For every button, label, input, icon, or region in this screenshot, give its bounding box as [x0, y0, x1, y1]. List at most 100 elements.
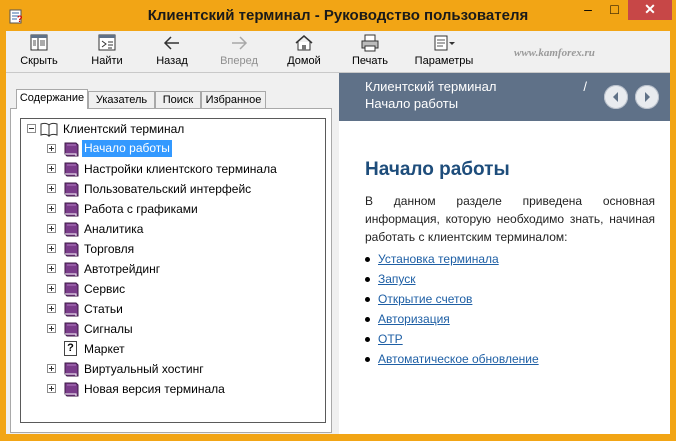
hide-pane-icon [30, 34, 48, 51]
topic-link-item: Установка терминала [365, 250, 655, 270]
book-icon [64, 142, 79, 157]
topic-link[interactable]: Автоматическое обновление [378, 352, 539, 366]
expand-toggle[interactable] [47, 144, 56, 153]
expand-toggle[interactable] [47, 304, 56, 313]
tree-item-label: Работа с графиками [84, 202, 198, 216]
contents-tree[interactable]: Клиентский терминал Начало работы Настрой… [20, 118, 326, 423]
back-arrow-icon [163, 36, 179, 50]
tree-item-label: Аналитика [84, 222, 144, 236]
tab-index[interactable]: Указатель [88, 91, 155, 108]
options-icon [434, 35, 455, 51]
expand-toggle[interactable] [47, 264, 56, 273]
topic-link-item: OTP [365, 330, 655, 350]
topic-link[interactable]: Авторизация [378, 312, 450, 326]
tree-item-label: Виртуальный хостинг [84, 362, 204, 376]
tab-favorites-label: Избранное [205, 94, 262, 106]
minimize-button[interactable]: – [575, 0, 601, 20]
tab-index-label: Указатель [95, 94, 148, 106]
home-label: Домой [287, 55, 321, 67]
back-label: Назад [156, 55, 188, 67]
print-button[interactable]: Печать [340, 33, 400, 71]
right-arrow-icon [645, 92, 650, 102]
print-label: Печать [351, 55, 389, 67]
help-window: ? Клиентский терминал - Руководство поль… [0, 0, 676, 441]
tree-panel: Клиентский терминал Начало работы Настрой… [10, 108, 332, 433]
tree-item-label: Новая версия терминала [84, 382, 225, 396]
forward-button[interactable]: Вперед [209, 33, 269, 71]
tree-item-label: Сервис [84, 282, 126, 296]
book-icon [64, 242, 79, 257]
open-book-icon [40, 122, 58, 137]
tree-item-label: Статьи [84, 302, 123, 316]
next-topic-button[interactable] [635, 85, 659, 109]
book-icon [64, 282, 79, 297]
hide-label: Скрыть [20, 55, 58, 67]
title-bar[interactable]: ? Клиентский терминал - Руководство поль… [0, 0, 676, 31]
help-page-icon: ? [64, 341, 77, 356]
book-icon [64, 162, 79, 177]
tab-search[interactable]: Поиск [155, 91, 201, 108]
tab-contents-label: Содержание [19, 92, 85, 104]
topic-header: Клиентский терминал / Начало работы [339, 73, 670, 121]
close-button[interactable]: ✕ [628, 0, 672, 20]
topic-link-item: Запуск [365, 270, 655, 290]
locate-icon [98, 34, 116, 51]
tab-favorites[interactable]: Избранное [201, 91, 266, 108]
expand-toggle[interactable] [47, 324, 56, 333]
book-icon [64, 302, 79, 317]
expand-toggle[interactable] [47, 164, 56, 173]
topic-link-item: Открытие счетов [365, 290, 655, 310]
topic-heading: Начало работы [365, 159, 510, 180]
tree-item-label: Начало работы [82, 140, 172, 157]
book-icon [64, 322, 79, 337]
locate-label: Найти [91, 55, 123, 67]
tree-item-label: Торговля [84, 242, 135, 256]
tree-item-label: Настройки клиентского терминала [84, 162, 277, 176]
toolbar: Скрыть Найти Назад Вперед Домой Печать П… [6, 31, 670, 71]
options-label: Параметры [414, 55, 474, 67]
tab-contents[interactable]: Содержание [16, 89, 88, 109]
book-icon [64, 382, 79, 397]
expand-toggle[interactable] [47, 204, 56, 213]
breadcrumb-separator: / [583, 79, 587, 94]
left-arrow-icon [613, 92, 618, 102]
book-icon [64, 182, 79, 197]
hide-button[interactable]: Скрыть [9, 33, 69, 71]
home-icon [295, 35, 313, 51]
topic-link[interactable]: Запуск [378, 272, 416, 286]
watermark-text: www.kamforex.ru [514, 47, 595, 59]
topic-link[interactable]: Установка терминала [378, 252, 499, 266]
tree-item-label: Пользовательский интерфейс [84, 182, 252, 196]
options-button[interactable]: Параметры [414, 33, 474, 71]
tree-item-label: Маркет [84, 342, 125, 356]
collapse-toggle[interactable] [27, 124, 36, 133]
tree-root-label: Клиентский терминал [63, 122, 185, 136]
topic-link-item: Автоматическое обновление [365, 350, 655, 370]
breadcrumb-part2: Начало работы [365, 96, 459, 111]
expand-toggle[interactable] [47, 184, 56, 193]
topic-content: Начало работы В данном разделе приведена… [365, 121, 655, 370]
breadcrumb-part1: Клиентский терминал [365, 79, 497, 94]
book-icon [64, 202, 79, 217]
topic-link[interactable]: Открытие счетов [378, 292, 472, 306]
tree-item-label: Автотрейдинг [84, 262, 161, 276]
expand-toggle[interactable] [47, 224, 56, 233]
locate-button[interactable]: Найти [77, 33, 137, 71]
forward-arrow-icon [232, 36, 248, 50]
book-icon [64, 362, 79, 377]
topic-link-item: Авторизация [365, 310, 655, 330]
book-icon [64, 222, 79, 237]
tab-search-label: Поиск [162, 94, 194, 106]
prev-topic-button[interactable] [604, 85, 628, 109]
home-button[interactable]: Домой [274, 33, 334, 71]
maximize-button[interactable]: □ [601, 0, 628, 20]
forward-label: Вперед [220, 55, 258, 67]
topic-links: Установка терминала Запуск Открытие счетов… [365, 250, 655, 370]
expand-toggle[interactable] [47, 384, 56, 393]
topic-link[interactable]: OTP [378, 332, 403, 346]
topic-breadcrumb: Клиентский терминал / Начало работы [365, 78, 587, 112]
back-button[interactable]: Назад [142, 33, 202, 71]
expand-toggle[interactable] [47, 284, 56, 293]
expand-toggle[interactable] [47, 244, 56, 253]
expand-toggle[interactable] [47, 364, 56, 373]
